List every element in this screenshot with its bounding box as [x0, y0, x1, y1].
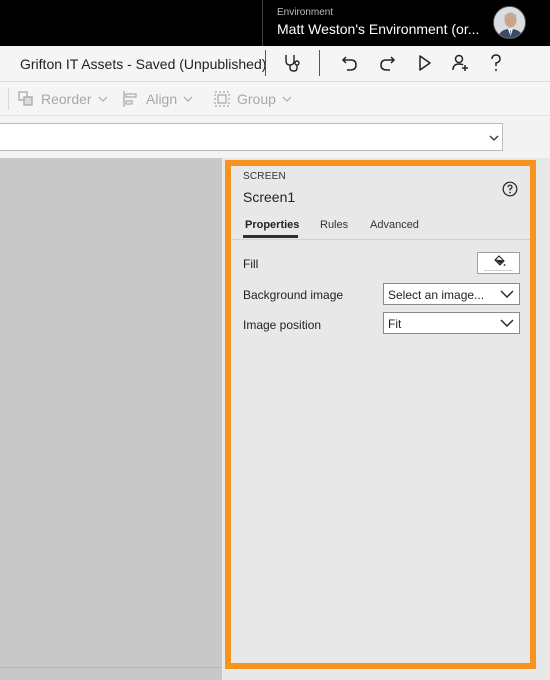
group-button[interactable]: Group — [213, 90, 292, 108]
paint-bucket-icon — [494, 255, 506, 266]
image-position-label: Image position — [243, 318, 322, 332]
arrange-toolbar: Reorder Align Group — [0, 82, 550, 116]
redo-icon[interactable] — [375, 51, 399, 75]
formula-bar — [0, 116, 550, 158]
play-icon[interactable] — [412, 51, 436, 75]
formula-chevron-down-icon[interactable] — [489, 135, 499, 141]
background-image-select[interactable]: Select an image... — [383, 283, 520, 305]
background-image-value: Select an image... — [388, 288, 485, 302]
environment-picker[interactable]: Matt Weston's Environment (or... — [277, 21, 479, 37]
tab-rules[interactable]: Rules — [320, 219, 348, 231]
tab-divider — [232, 239, 530, 240]
undo-icon[interactable] — [338, 51, 362, 75]
group-label: Group — [237, 91, 276, 107]
title-bar: Grifton IT Assets - Saved (Unpublished) — [0, 46, 550, 82]
image-position-select[interactable]: Fit — [383, 312, 520, 334]
arrange-separator — [8, 88, 9, 110]
align-label: Align — [146, 91, 178, 107]
canvas-divider — [0, 667, 222, 668]
align-icon — [123, 91, 137, 107]
title-separator — [265, 50, 266, 76]
image-position-value: Fit — [388, 317, 402, 331]
title-separator-2 — [319, 50, 320, 76]
fill-label: Fill — [243, 257, 259, 271]
share-user-icon[interactable] — [448, 51, 472, 75]
chevron-down-icon — [98, 96, 108, 102]
reorder-button[interactable]: Reorder — [17, 90, 108, 108]
avatar[interactable] — [493, 6, 526, 39]
chevron-down-icon — [183, 96, 193, 102]
reorder-icon — [18, 91, 33, 106]
reorder-label: Reorder — [41, 91, 92, 107]
chevron-down-icon — [282, 96, 292, 102]
help-circle-icon[interactable] — [502, 181, 518, 197]
app-title: Grifton IT Assets - Saved (Unpublished) — [20, 56, 267, 72]
fill-color-swatch — [484, 270, 513, 271]
panel-title: Screen1 — [243, 189, 296, 205]
chevron-down-icon — [500, 319, 514, 327]
environment-label: Environment — [277, 7, 334, 18]
active-tab-indicator — [243, 235, 298, 238]
app-checker-icon[interactable] — [280, 51, 304, 75]
environment-divider — [262, 0, 263, 46]
panel-kicker: SCREEN — [243, 171, 286, 182]
group-icon — [214, 91, 230, 107]
tab-advanced[interactable]: Advanced — [370, 219, 419, 231]
tab-properties[interactable]: Properties — [245, 219, 299, 231]
chevron-down-icon — [500, 290, 514, 298]
fill-color-button[interactable] — [477, 252, 520, 274]
help-question-icon[interactable] — [484, 51, 508, 75]
background-image-label: Background image — [243, 288, 344, 302]
align-button[interactable]: Align — [122, 90, 193, 108]
user-photo — [494, 7, 525, 38]
top-bar: Environment Matt Weston's Environment (o… — [0, 0, 550, 46]
design-canvas[interactable] — [0, 158, 222, 680]
formula-input[interactable] — [0, 123, 503, 151]
